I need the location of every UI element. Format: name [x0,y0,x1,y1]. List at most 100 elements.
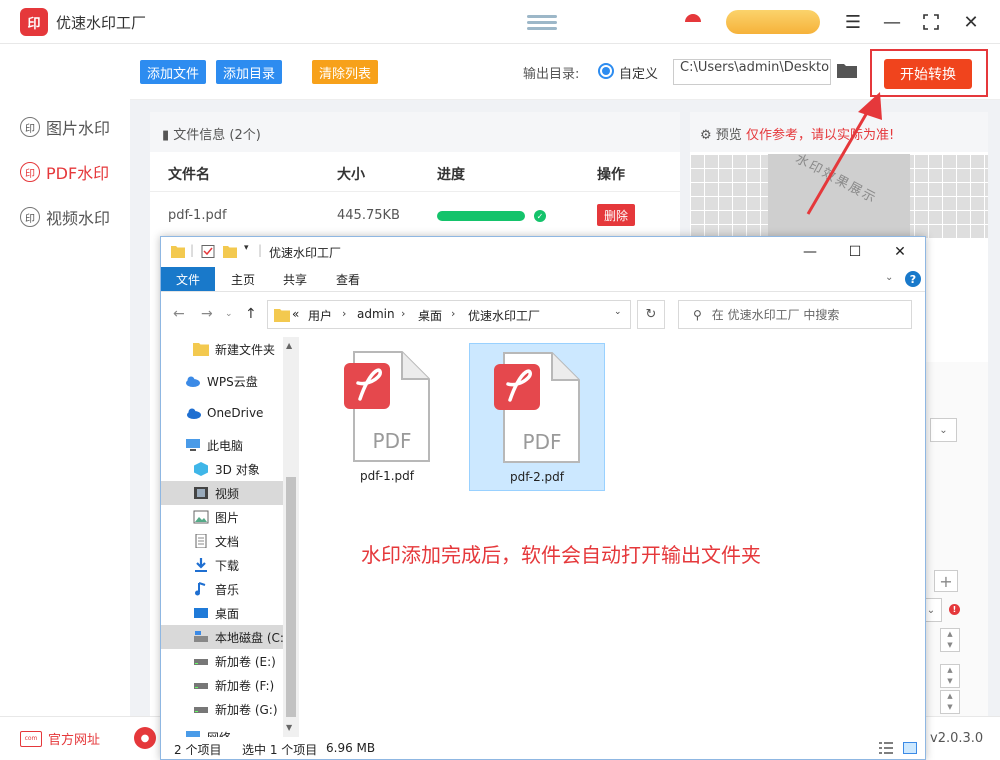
nav-item-onedrive[interactable]: OneDrive [185,401,263,425]
tab-home[interactable]: 主页 [219,267,267,291]
stepper-control[interactable]: ▲ ▼ [940,628,960,652]
add-directory-button[interactable]: 添加目录 [216,60,283,84]
app-title: 优速水印工厂 [56,14,147,32]
nav-pane-scrollbar[interactable]: ▲ ▼ [283,337,299,737]
up-arrow-icon[interactable]: ↑ [245,306,257,322]
pdf-file-icon: PDF [344,351,430,462]
nav-item-videos[interactable]: 视频 [161,481,283,505]
vip-button[interactable] [726,10,820,34]
output-path-field[interactable]: C:\Users\admin\Desktop [673,59,831,85]
nav-item-downloads[interactable]: 下载 [193,553,239,577]
center-badge-icon [527,12,557,32]
breadcrumb-desktop[interactable]: 桌面 [418,307,442,324]
menu-icon[interactable]: ☰ [840,9,866,35]
maximize-icon[interactable] [918,9,944,35]
nav-item-this-pc[interactable]: 此电脑 [185,433,243,457]
drive-icon [194,631,208,642]
clear-list-button[interactable]: 清除列表 [312,60,379,84]
custom-output-radio[interactable] [598,63,614,79]
address-field[interactable]: « 用户 › admin › 桌面 › 优速水印工厂 ⌄ [267,300,631,329]
sidebar-item-label: PDF水印 [46,164,110,183]
sidebar-item-video-watermark[interactable]: 印 视频水印 [20,205,110,229]
stepper-control[interactable]: ▲ ▼ [940,690,960,714]
minimize-icon[interactable]: — [879,9,905,35]
browse-folder-icon[interactable] [837,62,857,78]
nav-item-music[interactable]: 音乐 [193,577,239,601]
file-info-icon: ▮ [162,128,170,143]
explorer-maximize-icon[interactable]: ☐ [840,241,870,263]
nav-item-pictures[interactable]: 图片 [193,505,239,529]
recent-locations-icon[interactable]: ⌄ [225,309,233,319]
picture-icon [193,510,209,524]
large-icons-view-icon[interactable] [903,742,917,754]
breadcrumb-current[interactable]: 优速水印工厂 [468,307,540,324]
watermark-icon: 印 [20,162,40,182]
file-item-pdf-2[interactable]: PDF pdf-2.pdf [469,343,605,491]
pdf-file-label: PDF [523,430,562,454]
table-divider [150,191,680,192]
drive-icon [194,707,208,713]
sidebar-item-pdf-watermark[interactable]: 印 PDF水印 [20,160,109,184]
nav-item-new-folder[interactable]: 新建文件夹 [193,337,275,361]
file-item-pdf-1[interactable]: PDF pdf-1.pdf [319,343,455,491]
add-file-button[interactable]: 添加文件 [140,60,207,84]
alert-icon: ! [949,604,960,615]
scroll-up-icon[interactable]: ▲ [286,341,292,350]
nav-item-wps-cloud[interactable]: WPS云盘 [185,369,258,393]
close-icon[interactable]: ✕ [958,9,984,35]
address-dropdown-icon[interactable]: ⌄ [614,307,622,317]
file-row-progress-bar [437,211,525,221]
delete-button[interactable]: 删除 [597,204,636,226]
breadcrumb-users[interactable]: 用户 [308,307,332,324]
file-row-name: pdf-1.pdf [168,208,227,223]
refresh-icon[interactable]: ↻ [637,300,665,329]
tab-share[interactable]: 共享 [271,267,319,291]
explorer-minimize-icon[interactable]: — [795,241,825,263]
sidebar-item-image-watermark[interactable]: 印 图片水印 [20,115,110,139]
explorer-title: 优速水印工厂 [269,246,342,260]
notification-icon[interactable] [685,14,701,22]
breadcrumb-admin[interactable]: admin [357,307,395,321]
forward-arrow-icon[interactable]: → [201,306,213,322]
new-folder-icon[interactable] [223,245,237,258]
chevron-down-icon[interactable]: ⌄ [930,418,957,442]
search-placeholder: 在 优速水印工厂 中搜索 [711,308,840,322]
properties-icon[interactable] [201,245,215,258]
file-list-area: PDF pdf-1.pdf PDF pdf-2.pdf 水印添加完成后，软件会自… [299,337,919,737]
help-icon[interactable]: ? [905,271,921,287]
tab-view[interactable]: 查看 [324,267,372,291]
app-logo-icon: 印 [20,8,48,36]
stepper-control[interactable]: ▲ ▼ [940,664,960,688]
watermark-icon: 印 [20,207,40,227]
nav-item-local-disk-c[interactable]: 本地磁盘 (C:) [161,625,289,649]
nav-item-desktop[interactable]: 桌面 [193,601,239,625]
ribbon-tabs: 文件 主页 共享 查看 ⌄ ? [161,267,925,292]
nav-item-volume-f[interactable]: 新加卷 (F:) [193,673,274,697]
breadcrumb-prefix: « [292,307,300,321]
nav-item-documents[interactable]: 文档 [193,529,239,553]
drive-icon [194,659,208,665]
official-site-label: 官方网址 [48,733,101,748]
official-site-link[interactable]: com 官方网址 [20,729,100,748]
search-input[interactable]: ⚲ 在 优速水印工厂 中搜索 [678,300,912,329]
sidebar-item-label: 视频水印 [46,209,111,228]
plus-icon[interactable]: + [934,570,958,592]
support-chat-icon[interactable]: ● [134,727,156,749]
scroll-thumb[interactable] [286,477,296,717]
folder-icon [193,343,209,356]
nav-item-volume-e[interactable]: 新加卷 (E:) [193,649,276,673]
annotation-arrow-icon [806,92,882,215]
back-arrow-icon[interactable]: ← [173,306,185,322]
nav-item-volume-g[interactable]: 新加卷 (G:) [193,697,278,721]
item-count: 2 个项目 [174,743,222,757]
details-view-icon[interactable] [879,742,893,754]
file-name: pdf-2.pdf [509,470,565,484]
ribbon-expand-icon[interactable]: ⌄ [885,272,893,283]
scroll-down-icon[interactable]: ▼ [286,723,292,732]
quick-access-dropdown-icon[interactable]: ▾ [244,243,249,253]
nav-item-network[interactable]: 网络 [185,725,231,737]
tab-file[interactable]: 文件 [161,267,215,291]
start-convert-button[interactable]: 开始转换 [884,59,972,89]
nav-item-3d-objects[interactable]: 3D 对象 [193,457,260,481]
explorer-close-icon[interactable]: ✕ [885,241,915,263]
